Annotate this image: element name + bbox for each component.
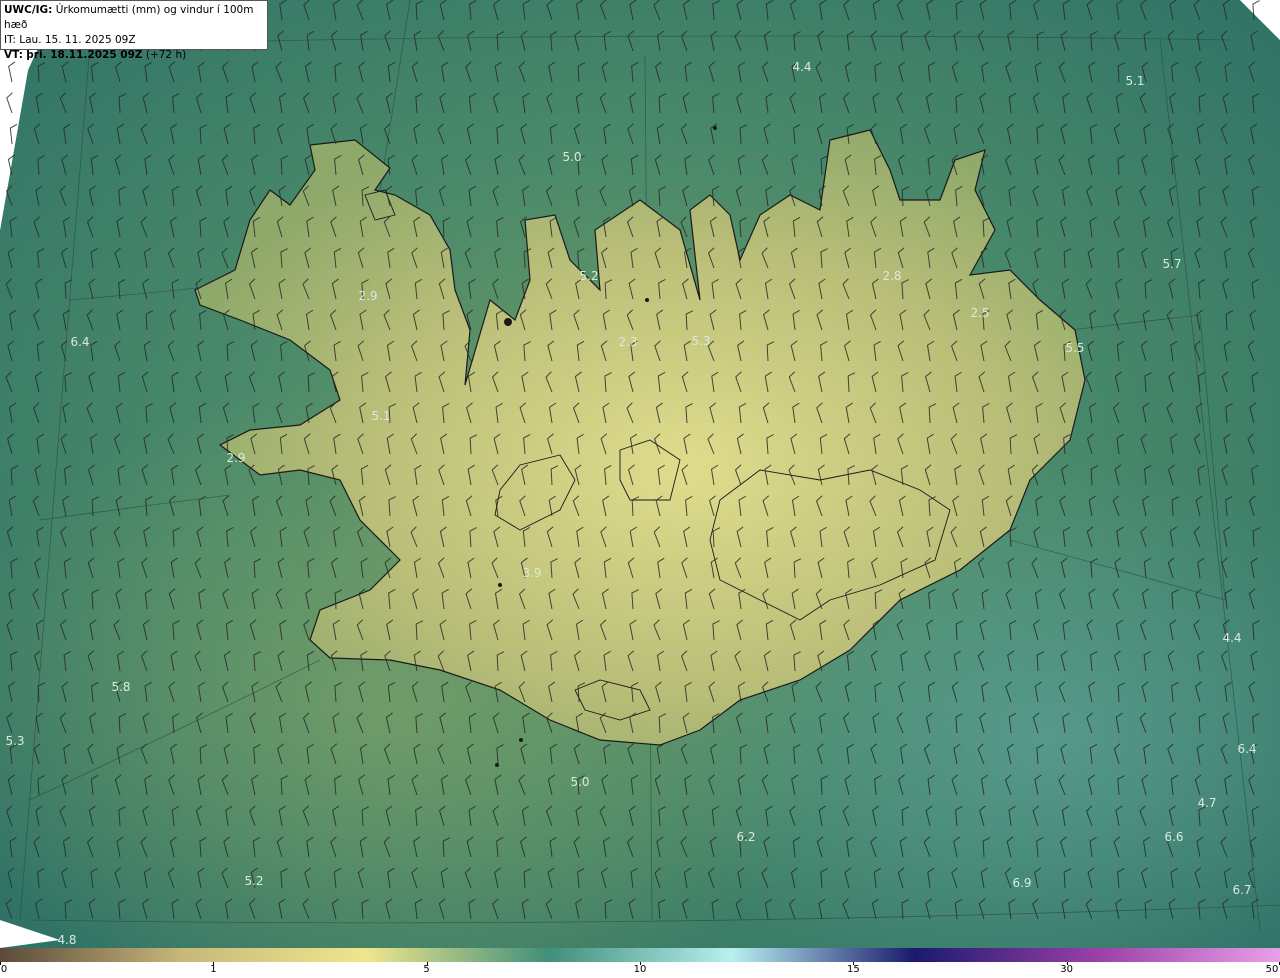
map-value-label: 4.8 bbox=[57, 933, 76, 947]
map-value-label: 5.3 bbox=[691, 334, 710, 348]
colorbar-tick-label: 0 bbox=[0, 964, 8, 975]
map-value-label: 4.4 bbox=[1222, 631, 1241, 645]
colorbar-tick-label: 1 bbox=[210, 964, 217, 975]
colorbar-tick-label: 5 bbox=[423, 964, 430, 975]
colorbar-legend: 0 1 5 10 15 30 50 bbox=[0, 948, 1280, 978]
title-line: UWC/IG: Úrkomumætti (mm) og vindur í 100… bbox=[4, 3, 264, 33]
precipitation-wind-map[interactable]: 4.4 5.1 5.0 5.7 5.2 2.8 2.9 2.5 6.4 2.3 5.3 5.5 5.1 2… bbox=[0, 0, 1280, 948]
map-value-label: 5.0 bbox=[570, 775, 589, 789]
map-value-label: 5.2 bbox=[244, 874, 263, 888]
map-value-label: 4.4 bbox=[792, 60, 811, 74]
model-name: UWC/IG: bbox=[4, 4, 53, 16]
colorbar-tick-label: 50 bbox=[1265, 964, 1279, 975]
map-value-label: 6.4 bbox=[70, 335, 89, 349]
it-label: IT: bbox=[4, 34, 16, 46]
forecast-offset: (+72 h) bbox=[145, 49, 187, 61]
map-value-label: 5.5 bbox=[1065, 341, 1084, 355]
map-value-label: 6.6 bbox=[1164, 830, 1183, 844]
map-value-label: 5.3 bbox=[5, 734, 24, 748]
map-value-label: 5.0 bbox=[562, 150, 581, 164]
map-value-label: 5.1 bbox=[371, 409, 390, 423]
map-value-label: 2.9 bbox=[226, 451, 245, 465]
map-value-label: 2.5 bbox=[970, 306, 989, 320]
map-value-label: 5.7 bbox=[1162, 257, 1181, 271]
vt-label: VT: bbox=[4, 49, 23, 61]
colorbar-tick-label: 30 bbox=[1060, 964, 1073, 975]
map-value-label: 2.9 bbox=[358, 289, 377, 303]
map-value-label: 6.7 bbox=[1232, 883, 1251, 897]
map-value-label: 6.9 bbox=[1012, 876, 1031, 890]
valid-time: þri. 18.11.2025 09Z bbox=[26, 49, 143, 61]
init-time: Lau. 15. 11. 2025 09Z bbox=[19, 34, 136, 46]
init-time-line: IT: Lau. 15. 11. 2025 09Z bbox=[4, 33, 264, 48]
map-info-box: UWC/IG: Úrkomumætti (mm) og vindur í 100… bbox=[0, 0, 268, 61]
colorbar-tick-label: 15 bbox=[847, 964, 860, 975]
map-value-label: 2.8 bbox=[882, 269, 901, 283]
map-value-label: 5.2 bbox=[579, 269, 598, 283]
map-value-label: 5.1 bbox=[1125, 74, 1144, 88]
valid-time-line: VT: þri. 18.11.2025 09Z (+72 h) bbox=[4, 48, 264, 63]
map-value-label: 4.7 bbox=[1197, 796, 1216, 810]
map-value-label: 3.9 bbox=[522, 566, 541, 580]
map-value-label: 6.4 bbox=[1237, 742, 1256, 756]
map-value-label: 2.3 bbox=[618, 335, 637, 349]
weather-map-view: 4.4 5.1 5.0 5.7 5.2 2.8 2.9 2.5 6.4 2.3 5.3 5.5 5.1 2… bbox=[0, 0, 1280, 978]
colorbar-tick-label: 10 bbox=[633, 964, 647, 975]
map-value-label: 6.2 bbox=[736, 830, 755, 844]
map-value-label: 5.8 bbox=[111, 680, 130, 694]
colorbar bbox=[0, 948, 1280, 962]
